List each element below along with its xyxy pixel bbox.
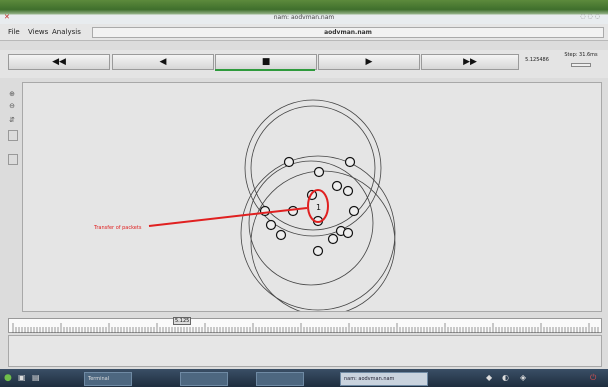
menu-analysis[interactable]: Analysis (52, 28, 81, 36)
network-node[interactable] (331, 180, 343, 192)
window-titlebar: ✕ nam: aodvman.nam ◌◌◌ (0, 0, 608, 24)
window-title: nam: aodvman.nam (273, 14, 335, 21)
power-tray-icon[interactable]: ⏻ (590, 372, 596, 384)
taskbar-window-2[interactable] (180, 372, 228, 386)
network-node[interactable] (283, 156, 295, 168)
step-back-button[interactable]: ◀ (112, 54, 214, 70)
network-node[interactable] (327, 233, 339, 245)
zoom-toolbar: ⊕ ⊖ ⇵ (6, 90, 20, 190)
step-slider[interactable] (571, 63, 591, 67)
stop-active-indicator (215, 69, 315, 71)
network-canvas[interactable]: 1 Transfer of packets (22, 82, 602, 316)
filename-display: aodvman.nam (92, 27, 604, 38)
current-time-display: 5.125486 (525, 57, 549, 63)
timeline-marker[interactable]: 5.125 (173, 317, 192, 325)
annotation-text: Transfer of packets (93, 225, 142, 231)
fast-forward-button[interactable]: ▶▶ (421, 54, 519, 70)
playback-controls: ◀◀ ◀ ■ ▶ ▶▶ (0, 50, 608, 78)
network-node[interactable] (265, 219, 277, 231)
volume-tray-icon[interactable]: ◐ (502, 372, 509, 384)
annotation-arrow (148, 207, 308, 227)
timeline-ruler[interactable]: 5.125 (8, 317, 602, 333)
menu-views[interactable]: Views (28, 28, 48, 36)
zoom-in-icon[interactable]: ⊕ (8, 90, 16, 99)
app-launcher-icon[interactable]: ▣ (18, 372, 26, 384)
timeline-ticks (12, 323, 599, 333)
step-label: Step: 31.6ms (564, 52, 598, 58)
slider-top-icon[interactable] (8, 130, 18, 141)
window-controls-icon[interactable]: ◌◌◌ (580, 13, 602, 20)
network-node[interactable] (342, 227, 354, 239)
network-node[interactable] (287, 205, 299, 217)
network-node[interactable] (275, 229, 287, 241)
menu-bar: File Views Analysis aodvman.nam (0, 24, 608, 41)
monitor-panel[interactable] (8, 335, 602, 367)
resize-icon[interactable]: ⇵ (8, 116, 16, 125)
start-menu-icon[interactable]: ● (4, 372, 12, 384)
zoom-out-icon[interactable]: ⊖ (8, 102, 16, 111)
network-node[interactable] (342, 185, 354, 197)
network-node[interactable] (313, 166, 325, 178)
step-control[interactable]: Step: 31.6ms (563, 52, 599, 68)
network-tray-icon[interactable]: ◆ (486, 372, 492, 384)
highlight-label: 1 (316, 203, 321, 212)
menu-file[interactable]: File (8, 28, 20, 36)
taskbar-window-nam[interactable]: nam: aodvman.nam (340, 372, 428, 386)
slider-bottom-icon[interactable] (8, 154, 18, 165)
rewind-button[interactable]: ◀◀ (8, 54, 110, 70)
bluetooth-tray-icon[interactable]: ◈ (520, 372, 526, 384)
network-node[interactable] (344, 156, 356, 168)
taskbar: ● ▣ ▤ Terminal nam: aodvman.nam ◆ ◐ ◈ ⏻ (0, 369, 608, 387)
network-graph: 1 Transfer of packets (93, 99, 396, 316)
stop-button[interactable]: ■ (215, 54, 317, 70)
file-manager-icon[interactable]: ▤ (32, 372, 40, 384)
play-button[interactable]: ▶ (318, 54, 420, 70)
network-node[interactable] (348, 205, 360, 217)
taskbar-window-terminal[interactable]: Terminal (84, 372, 132, 386)
network-node[interactable] (312, 245, 324, 257)
taskbar-window-3[interactable] (256, 372, 304, 386)
